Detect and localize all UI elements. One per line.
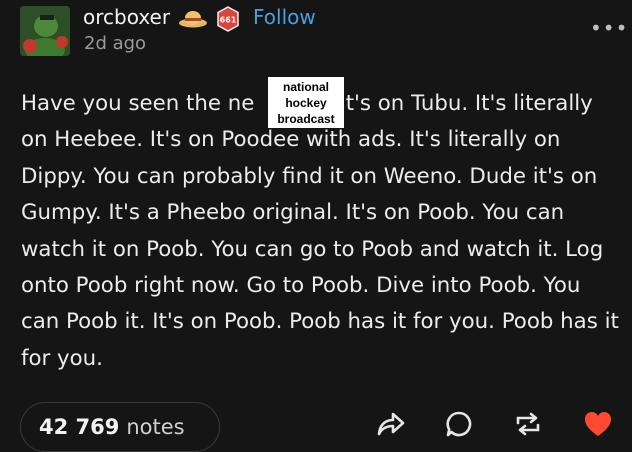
more-options-button[interactable]: ••• [590, 16, 628, 40]
notes-label: notes [126, 415, 185, 439]
reblog-icon[interactable] [513, 410, 543, 442]
share-icon[interactable] [376, 410, 406, 442]
reply-icon[interactable] [445, 410, 473, 442]
sticker-line-2: hockey [285, 95, 327, 110]
post-header: orcboxer 661 Follow 2d ago ••• [0, 0, 632, 70]
username[interactable]: orcboxer [83, 5, 170, 29]
straw-hat-icon [178, 8, 208, 32]
badge-label: 661 [220, 16, 237, 25]
badge-icon: 661 [215, 6, 241, 36]
follow-button[interactable]: Follow [253, 5, 316, 29]
sticker-line-1: national [282, 79, 329, 94]
heart-icon[interactable] [583, 410, 613, 442]
post-text-rest: ? It's on Tubu. It's literally on Heebee… [21, 91, 619, 371]
avatar[interactable] [20, 6, 70, 56]
post-timestamp: 2d ago [84, 33, 147, 54]
post-body: Have you seen the ne? It's on Tubu. It's… [21, 86, 621, 377]
caption-sticker: national hockey broadcast [268, 77, 344, 128]
notes-button[interactable]: 42 769 notes [20, 402, 220, 452]
sticker-line-3: broadcast [277, 111, 335, 126]
post-text-start: Have you seen the ne [21, 91, 255, 116]
notes-count: 42 769 [39, 415, 120, 439]
post-footer: 42 769 notes [0, 398, 632, 452]
